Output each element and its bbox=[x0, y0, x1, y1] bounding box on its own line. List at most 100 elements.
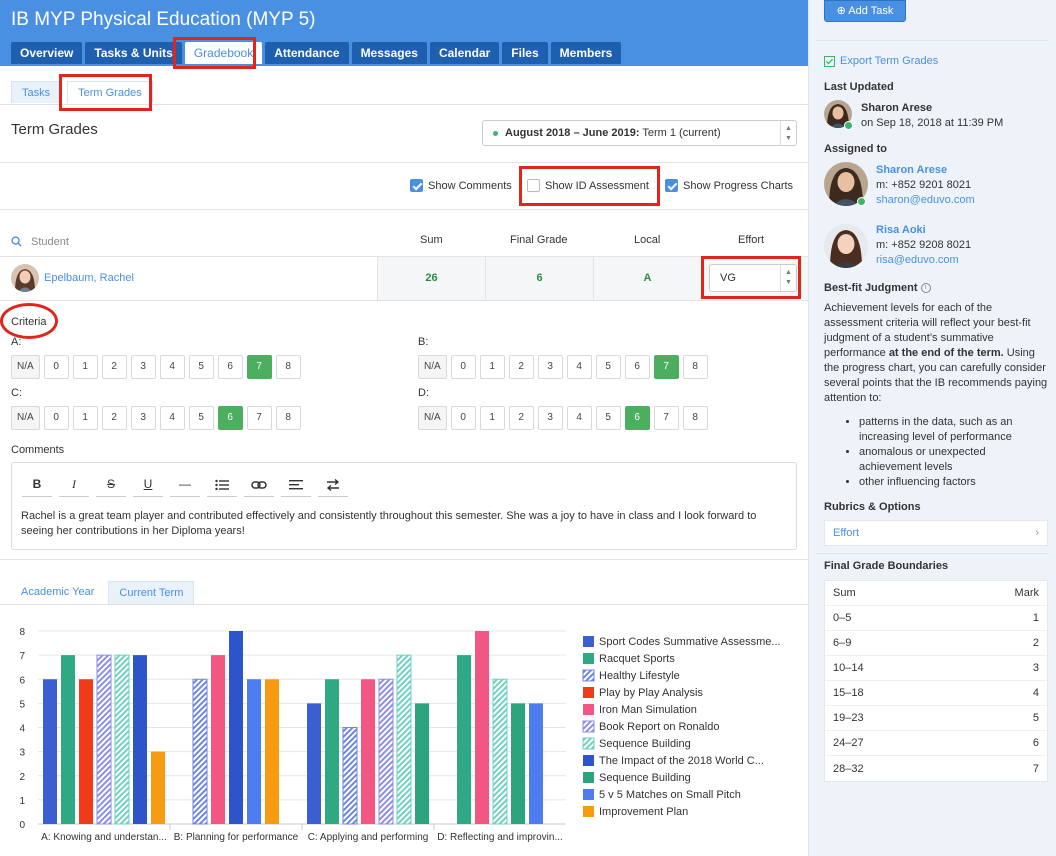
tab-attendance[interactable]: Attendance bbox=[265, 42, 349, 64]
score-option-na[interactable]: N/A bbox=[11, 406, 40, 430]
tab-files[interactable]: Files bbox=[502, 42, 548, 64]
effort-rubric-link[interactable]: Effort › bbox=[824, 520, 1048, 546]
score-option-6[interactable]: 6 bbox=[217, 406, 243, 430]
score-option-4[interactable]: 4 bbox=[566, 355, 592, 379]
comments-editor[interactable]: B I S U — Rachel is a great team player … bbox=[11, 462, 797, 550]
score-option-na[interactable]: N/A bbox=[418, 355, 447, 379]
show-comments-toggle[interactable]: Show Comments bbox=[410, 179, 512, 192]
score-option-7[interactable]: 7 bbox=[246, 355, 272, 379]
effort-select[interactable]: VG ▲ ▼ bbox=[709, 264, 797, 292]
score-option-6[interactable]: 6 bbox=[217, 355, 243, 379]
score-option-2[interactable]: 2 bbox=[508, 406, 534, 430]
italic-button[interactable]: I bbox=[59, 473, 89, 497]
score-option-4[interactable]: 4 bbox=[159, 406, 185, 430]
term-select[interactable]: August 2018 – June 2019: Term 1 (current… bbox=[482, 120, 797, 146]
student-column-header[interactable]: Student bbox=[31, 236, 69, 248]
tab-tasks-units[interactable]: Tasks & Units bbox=[85, 42, 182, 64]
score-option-8[interactable]: 8 bbox=[682, 406, 708, 430]
list-item: other influencing factors bbox=[859, 475, 1047, 490]
score-option-6[interactable]: 6 bbox=[624, 355, 650, 379]
score-option-1[interactable]: 1 bbox=[479, 406, 505, 430]
bar bbox=[151, 751, 165, 824]
swap-button[interactable] bbox=[318, 473, 348, 497]
score-option-0[interactable]: 0 bbox=[450, 355, 476, 379]
term-range: August 2018 – June 2019: bbox=[505, 127, 640, 139]
score-option-1[interactable]: 1 bbox=[479, 355, 505, 379]
assigned-to-heading: Assigned to bbox=[824, 143, 887, 155]
tab-current-term[interactable]: Current Term bbox=[108, 581, 195, 604]
assignee-name-link[interactable]: Risa Aoki bbox=[876, 224, 926, 236]
legend-label: Sequence Building bbox=[599, 738, 691, 750]
score-option-3[interactable]: 3 bbox=[537, 406, 563, 430]
legend-label: Healthy Lifestyle bbox=[599, 670, 680, 682]
best-fit-text-bold: at the end of the term. bbox=[888, 347, 1004, 359]
score-option-6[interactable]: 6 bbox=[624, 406, 650, 430]
score-option-1[interactable]: 1 bbox=[72, 355, 98, 379]
score-option-na[interactable]: N/A bbox=[418, 406, 447, 430]
score-option-2[interactable]: 2 bbox=[508, 355, 534, 379]
subtab-tasks[interactable]: Tasks bbox=[11, 81, 62, 103]
score-option-1[interactable]: 1 bbox=[72, 406, 98, 430]
tab-gradebook[interactable]: Gradebook bbox=[184, 42, 263, 64]
score-option-3[interactable]: 3 bbox=[537, 355, 563, 379]
tab-messages[interactable]: Messages bbox=[351, 42, 427, 64]
score-option-8[interactable]: 8 bbox=[275, 355, 301, 379]
show-id-assessment-checkbox[interactable] bbox=[527, 179, 540, 192]
strikethrough-button[interactable]: S bbox=[96, 473, 126, 497]
export-term-grades-link[interactable]: Export Term Grades bbox=[824, 55, 938, 67]
bar bbox=[529, 703, 543, 824]
assignee-name-link[interactable]: Sharon Arese bbox=[876, 164, 947, 176]
tab-calendar[interactable]: Calendar bbox=[429, 42, 500, 64]
boundary-sum: 19–23 bbox=[833, 712, 864, 724]
bar bbox=[457, 655, 471, 824]
show-id-assessment-toggle[interactable]: Show ID Assessment bbox=[527, 179, 649, 192]
student-name-link[interactable]: Epelbaum, Rachel bbox=[44, 272, 134, 284]
y-tick-label: 8 bbox=[19, 627, 25, 638]
comment-text[interactable]: Rachel is a great team player and contri… bbox=[21, 509, 791, 539]
tab-academic-year[interactable]: Academic Year bbox=[11, 581, 105, 604]
score-option-5[interactable]: 5 bbox=[595, 355, 621, 379]
search-icon[interactable] bbox=[11, 236, 22, 247]
show-comments-checkbox[interactable] bbox=[410, 179, 423, 192]
score-option-7[interactable]: 7 bbox=[246, 406, 272, 430]
info-icon[interactable]: i bbox=[920, 283, 931, 294]
legend-label: Play by Play Analysis bbox=[599, 687, 703, 699]
table-row: 6–9 2 bbox=[825, 631, 1047, 656]
legend-label: Racquet Sports bbox=[599, 653, 675, 665]
score-option-5[interactable]: 5 bbox=[188, 406, 214, 430]
tab-overview[interactable]: Overview bbox=[11, 42, 83, 64]
bullet-list-button[interactable] bbox=[207, 473, 237, 497]
score-option-0[interactable]: 0 bbox=[43, 406, 69, 430]
assignee-email-link[interactable]: risa@eduvo.com bbox=[876, 254, 959, 266]
score-option-5[interactable]: 5 bbox=[188, 355, 214, 379]
score-option-7[interactable]: 7 bbox=[653, 406, 679, 430]
bold-button[interactable]: B bbox=[22, 473, 52, 497]
subtab-term-grades[interactable]: Term Grades bbox=[67, 81, 153, 103]
score-option-0[interactable]: 0 bbox=[450, 406, 476, 430]
add-task-button[interactable]: ⊕ Add Task bbox=[824, 0, 906, 22]
underline-button[interactable]: U bbox=[133, 473, 163, 497]
score-option-4[interactable]: 4 bbox=[566, 406, 592, 430]
assignee-email-link[interactable]: sharon@eduvo.com bbox=[876, 194, 975, 206]
link-button[interactable] bbox=[244, 473, 274, 497]
score-option-8[interactable]: 8 bbox=[682, 355, 708, 379]
score-option-3[interactable]: 3 bbox=[130, 406, 156, 430]
show-progress-charts-checkbox[interactable] bbox=[665, 179, 678, 192]
horizontal-rule-button[interactable]: — bbox=[170, 473, 200, 497]
score-option-5[interactable]: 5 bbox=[595, 406, 621, 430]
align-button[interactable] bbox=[281, 473, 311, 497]
score-option-0[interactable]: 0 bbox=[43, 355, 69, 379]
boundary-mark: 7 bbox=[1032, 762, 1039, 775]
score-option-4[interactable]: 4 bbox=[159, 355, 185, 379]
tab-members[interactable]: Members bbox=[550, 42, 622, 64]
last-updated-time: on Sep 18, 2018 at 11:39 PM bbox=[861, 117, 1004, 129]
score-option-3[interactable]: 3 bbox=[130, 355, 156, 379]
score-option-2[interactable]: 2 bbox=[101, 406, 127, 430]
score-option-na[interactable]: N/A bbox=[11, 355, 40, 379]
sum-column-header: Sum bbox=[833, 587, 856, 599]
score-option-7[interactable]: 7 bbox=[653, 355, 679, 379]
score-option-8[interactable]: 8 bbox=[275, 406, 301, 430]
bar bbox=[342, 727, 358, 825]
show-progress-charts-toggle[interactable]: Show Progress Charts bbox=[665, 179, 793, 192]
score-option-2[interactable]: 2 bbox=[101, 355, 127, 379]
